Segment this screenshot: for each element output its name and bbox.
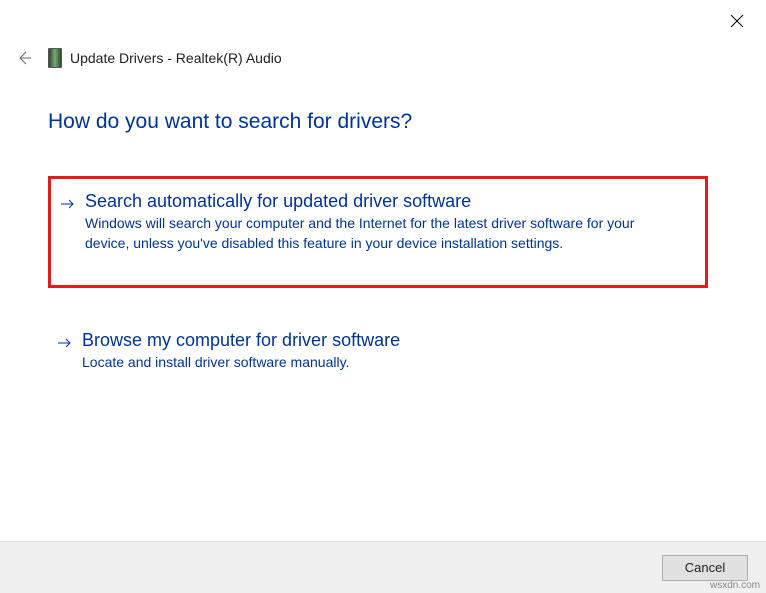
dialog-title: Update Drivers - Realtek(R) Audio bbox=[70, 50, 282, 66]
dialog-header: Update Drivers - Realtek(R) Audio bbox=[48, 48, 282, 68]
close-button[interactable] bbox=[730, 14, 746, 30]
back-arrow-icon bbox=[16, 50, 36, 66]
dialog-footer: Cancel bbox=[0, 541, 766, 593]
option-browse-desc: Locate and install driver software manua… bbox=[82, 353, 400, 373]
close-icon bbox=[730, 14, 746, 28]
back-button[interactable] bbox=[16, 50, 36, 70]
device-icon bbox=[48, 48, 62, 68]
arrow-right-icon bbox=[61, 197, 75, 211]
watermark: wsxdn.com bbox=[710, 580, 760, 591]
option-browse-title: Browse my computer for driver software bbox=[82, 330, 400, 351]
arrow-right-icon bbox=[58, 336, 72, 350]
page-heading: How do you want to search for drivers? bbox=[48, 110, 412, 134]
option-browse-computer[interactable]: Browse my computer for driver software L… bbox=[48, 318, 708, 387]
cancel-button[interactable]: Cancel bbox=[662, 555, 748, 581]
option-search-automatically[interactable]: Search automatically for updated driver … bbox=[48, 176, 708, 288]
option-auto-title: Search automatically for updated driver … bbox=[85, 191, 675, 212]
option-auto-desc: Windows will search your computer and th… bbox=[85, 214, 675, 253]
